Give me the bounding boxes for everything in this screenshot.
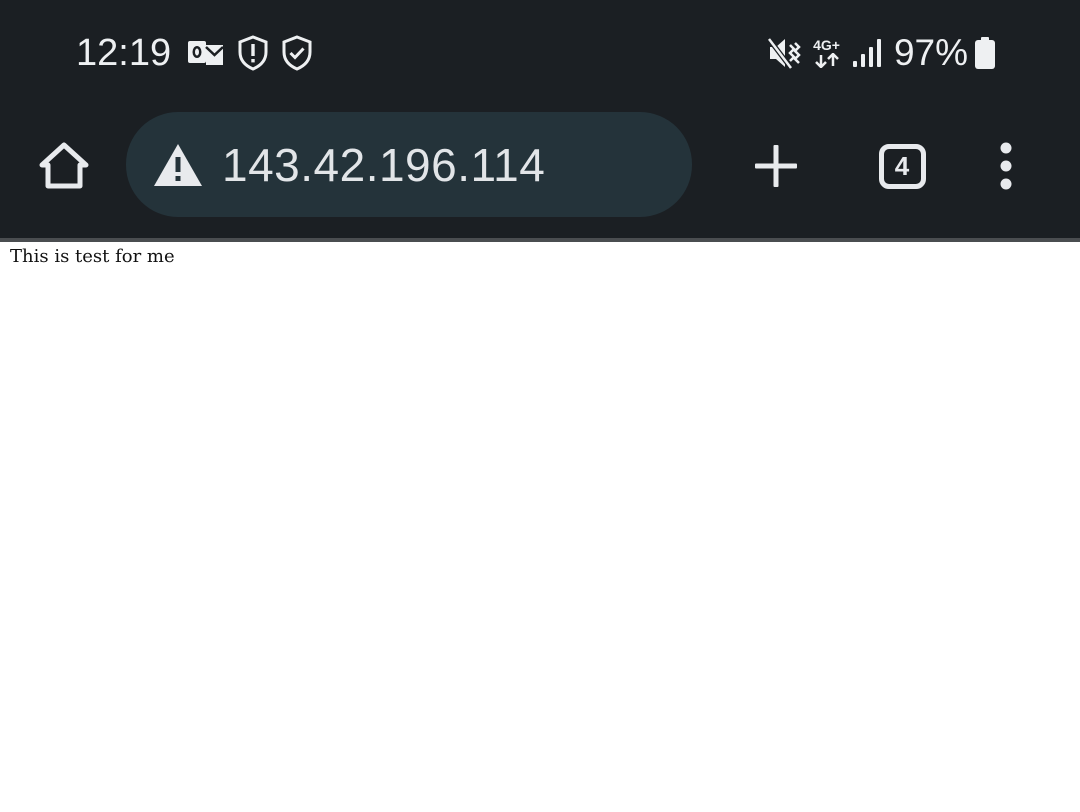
- plus-icon: [755, 145, 797, 187]
- address-bar[interactable]: 143.42.196.114: [126, 112, 692, 217]
- clock: 12:19: [76, 31, 172, 74]
- network-4g-plus-icon: 4G+: [813, 38, 840, 68]
- web-page-content: This is test for me: [0, 242, 1080, 812]
- new-tab-button[interactable]: [744, 134, 808, 198]
- shield-alert-icon: [237, 35, 269, 71]
- battery-icon: [974, 36, 996, 70]
- tab-switcher-button[interactable]: 4: [870, 134, 934, 198]
- home-icon: [39, 142, 89, 189]
- warning-triangle-icon[interactable]: [152, 139, 204, 191]
- url-text[interactable]: 143.42.196.114: [222, 138, 545, 192]
- page-body-text: This is test for me: [10, 246, 175, 267]
- browser-toolbar: 143.42.196.114 4: [0, 104, 1080, 238]
- home-button[interactable]: [32, 134, 96, 198]
- shield-check-icon: [281, 35, 313, 71]
- more-vertical-icon: [1000, 142, 1012, 190]
- status-left-group: 12:19: [76, 26, 325, 80]
- outlook-icon: [187, 37, 225, 69]
- signal-icon: [852, 37, 882, 69]
- tab-count: 4: [894, 151, 910, 181]
- network-type-label: 4G+: [813, 37, 840, 53]
- battery-percent: 97%: [893, 32, 968, 73]
- status-right-group: 4G+ 97%: [767, 26, 1008, 80]
- mute-vibrate-icon: [767, 35, 801, 71]
- tab-count-badge: 4: [878, 143, 926, 189]
- menu-button[interactable]: [976, 134, 1036, 198]
- status-bar: 12:19 4G+ 97%: [0, 0, 1080, 104]
